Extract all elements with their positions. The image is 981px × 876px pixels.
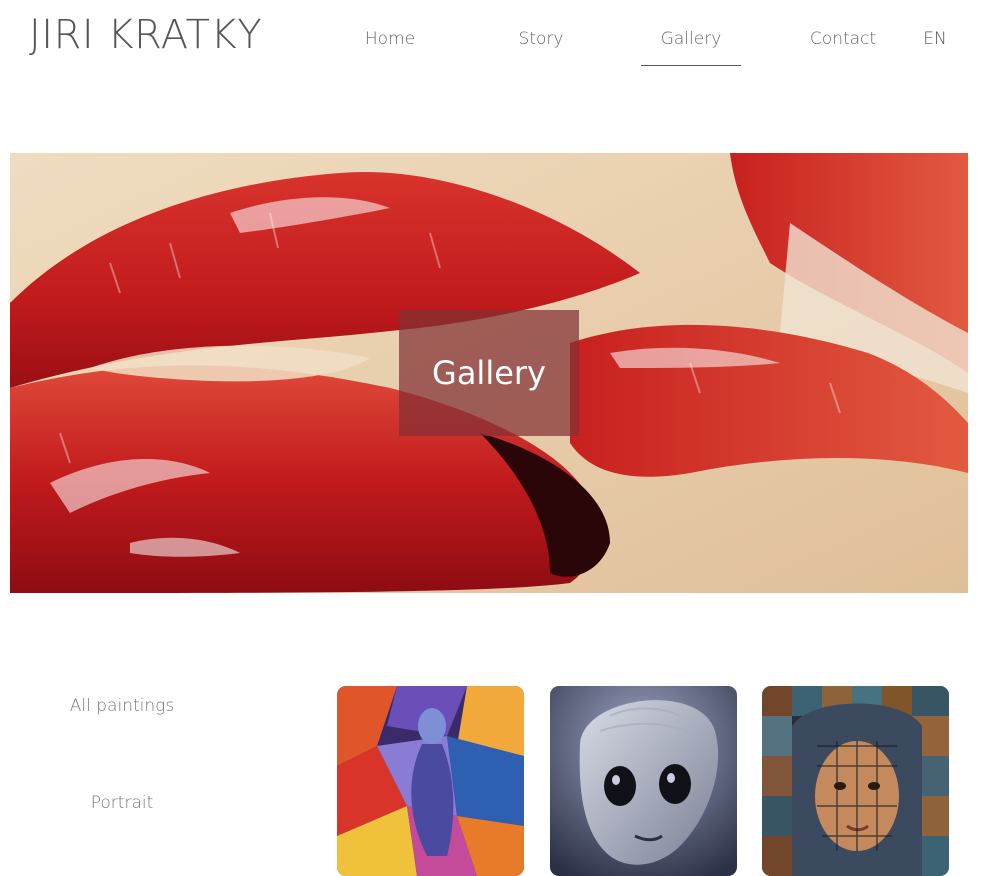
filter-portrait[interactable]: Portrait: [0, 793, 244, 813]
main-nav: Home Story Gallery Contact EN: [0, 0, 981, 80]
mosaic-woman-portrait-image: [762, 686, 949, 876]
alien-portrait-painting-image: [550, 686, 737, 876]
gallery-thumbnail[interactable]: [762, 686, 949, 876]
nav-home-link[interactable]: Home: [340, 28, 440, 65]
nav-contact-link[interactable]: Contact: [793, 28, 893, 65]
language-switcher[interactable]: EN: [915, 28, 955, 65]
cubist-figure-painting-image: [337, 686, 524, 876]
hero-banner: Gallery: [10, 153, 968, 593]
filter-all-paintings[interactable]: All paintings: [0, 696, 244, 716]
nav-story-link[interactable]: Story: [491, 28, 591, 65]
hero-title-badge: Gallery: [399, 310, 579, 436]
nav-gallery-link[interactable]: Gallery: [641, 28, 741, 66]
gallery-thumbnail[interactable]: [550, 686, 737, 876]
gallery-thumbnail[interactable]: [337, 686, 524, 876]
hero-title: Gallery: [432, 354, 546, 392]
